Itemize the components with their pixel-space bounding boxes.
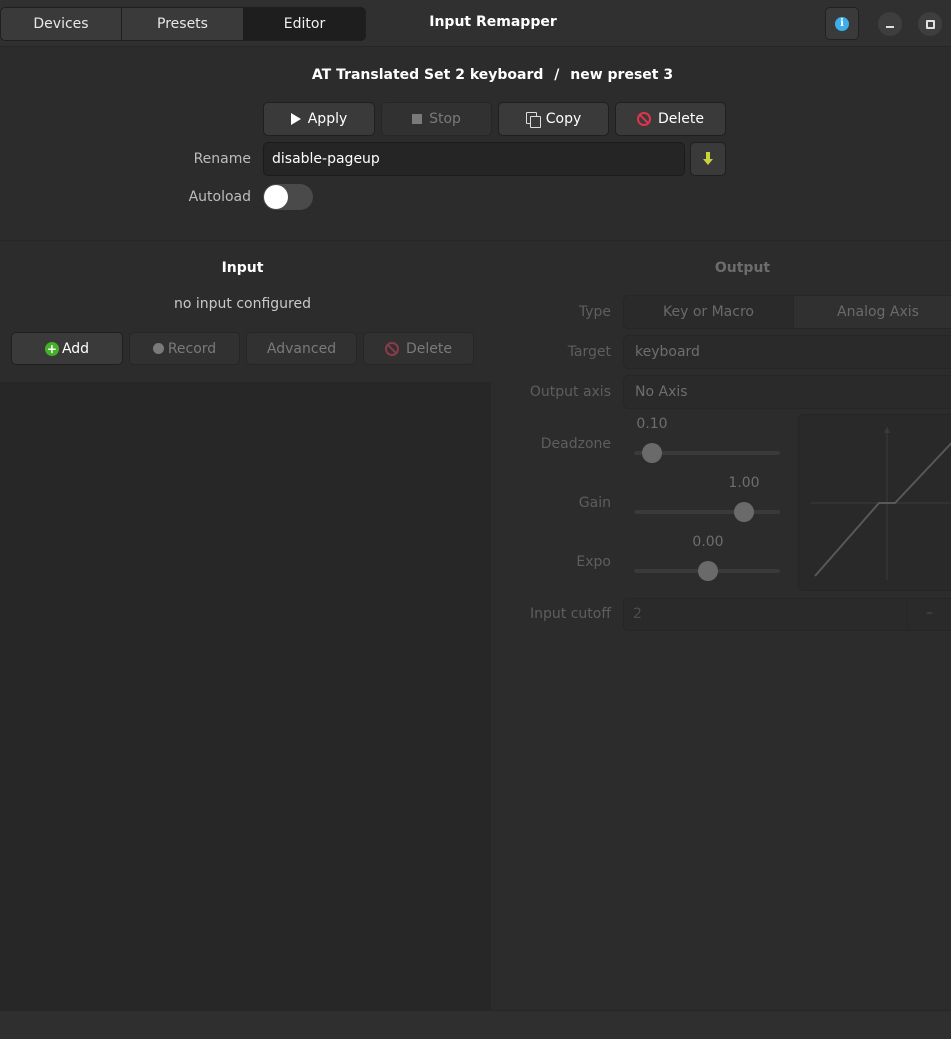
delete-mapping-label: Delete <box>406 340 452 357</box>
expo-handle[interactable] <box>698 561 718 581</box>
response-curve-graph <box>811 427 951 580</box>
info-icon: i <box>835 16 849 31</box>
expo-label: Expo <box>576 554 611 570</box>
preset-title: AT Translated Set 2 keyboard / new prese… <box>200 67 785 83</box>
title-separator: / <box>554 67 560 83</box>
record-button[interactable]: Record <box>129 332 240 365</box>
autoload-switch[interactable] <box>263 184 313 210</box>
add-label: Add <box>61 340 90 357</box>
target-select[interactable]: keyboard <box>623 335 951 369</box>
rename-label: Rename <box>193 151 251 167</box>
window-title: Input Remapper <box>429 14 557 30</box>
record-label: Record <box>167 340 217 357</box>
delete-label: Delete <box>658 111 704 127</box>
tab-presets[interactable]: Presets <box>122 7 244 41</box>
section-divider <box>0 240 951 241</box>
apply-button[interactable]: Apply <box>263 102 375 136</box>
response-curve-preview <box>798 414 951 591</box>
minimize-button[interactable] <box>878 12 902 36</box>
deadzone-value: 0.10 <box>636 416 668 432</box>
expo-value: 0.00 <box>692 534 724 550</box>
apply-label: Apply <box>307 111 348 127</box>
rename-input[interactable]: disable-pageup <box>263 142 685 176</box>
tab-devices[interactable]: Devices <box>0 7 122 41</box>
gain-label: Gain <box>578 495 611 511</box>
stop-icon <box>412 114 423 124</box>
tab-editor[interactable]: Editor <box>244 7 366 41</box>
target-label: Target <box>567 344 611 360</box>
device-name: AT Translated Set 2 keyboard <box>311 67 544 83</box>
switch-knob <box>264 185 288 209</box>
gain-value: 1.00 <box>728 475 760 491</box>
stop-button[interactable]: Stop <box>381 102 492 136</box>
output-type-switcher: Key or Macro Analog Axis <box>623 295 951 329</box>
mapping-list[interactable] <box>0 382 491 1010</box>
input-status: no input configured <box>173 296 311 312</box>
delete-preset-button[interactable]: Delete <box>615 102 726 136</box>
input-cutoff-spinner[interactable]: 2 <box>623 598 951 631</box>
stop-label: Stop <box>429 111 461 127</box>
advanced-button[interactable]: Advanced <box>246 332 357 365</box>
output-heading: Output <box>714 260 771 276</box>
gain-handle[interactable] <box>734 502 754 522</box>
view-switcher: Devices Presets Editor <box>0 7 366 41</box>
cutoff-decrement-button[interactable]: – <box>907 598 951 631</box>
copy-label: Copy <box>545 111 582 127</box>
copy-icon <box>525 112 541 128</box>
deadzone-label: Deadzone <box>540 436 611 452</box>
autoload-label: Autoload <box>188 189 251 205</box>
record-icon <box>152 343 164 354</box>
maximize-button[interactable] <box>918 12 942 36</box>
curve-axis-arrow <box>884 427 890 433</box>
add-button[interactable]: + Add <box>11 332 123 365</box>
copy-button[interactable]: Copy <box>498 102 609 136</box>
curve-line <box>814 442 951 577</box>
preset-name: new preset 3 <box>570 67 674 83</box>
type-key-or-macro[interactable]: Key or Macro <box>623 295 793 329</box>
input-heading: Input <box>221 260 264 276</box>
advanced-label: Advanced <box>266 340 337 357</box>
delete-icon <box>637 112 651 126</box>
output-axis-select[interactable]: No Axis <box>623 375 951 409</box>
minimize-icon <box>886 26 894 28</box>
delete-icon <box>385 341 399 356</box>
input-cutoff-label: Input cutoff <box>530 606 611 622</box>
play-icon <box>290 113 301 125</box>
save-name-button[interactable] <box>690 142 726 176</box>
download-arrow-icon <box>703 152 713 166</box>
add-icon: + <box>44 341 59 356</box>
output-axis-label: Output axis <box>529 384 611 400</box>
status-bar <box>0 1010 951 1039</box>
gain-slider[interactable] <box>634 510 780 514</box>
deadzone-handle[interactable] <box>642 443 662 463</box>
maximize-icon <box>925 19 935 29</box>
type-label: Type <box>578 304 611 320</box>
type-analog-axis[interactable]: Analog Axis <box>792 295 951 329</box>
delete-mapping-button[interactable]: Delete <box>363 332 474 365</box>
about-button[interactable]: i <box>825 7 859 40</box>
